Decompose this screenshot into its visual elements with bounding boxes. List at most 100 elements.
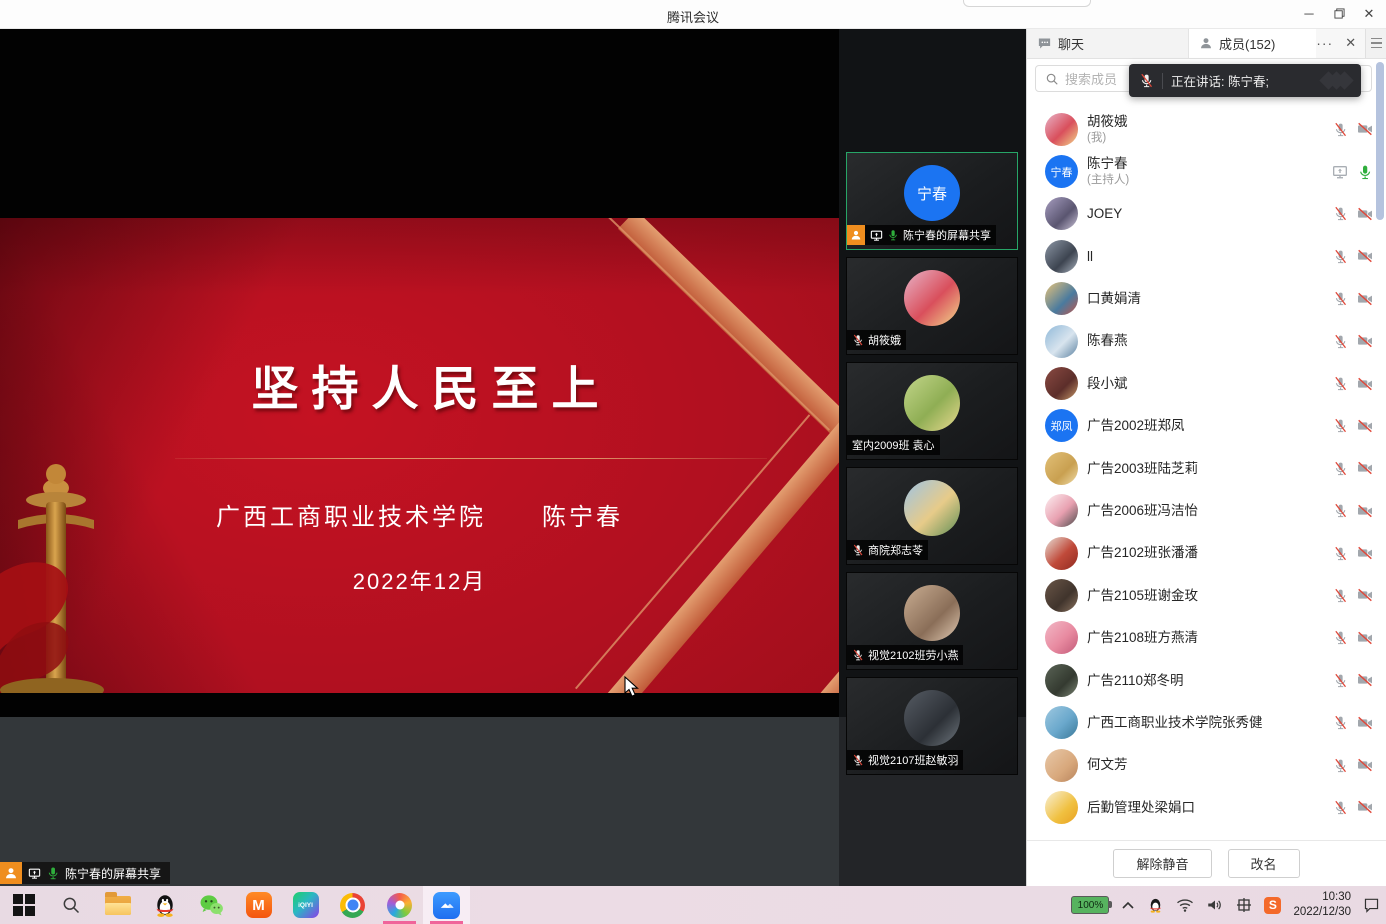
system-tray: 100% S 10:30 2022/12/30 (1071, 886, 1380, 924)
camera-off-icon (1357, 333, 1373, 349)
battery-indicator[interactable]: 100% (1071, 896, 1109, 914)
chat-icon (1037, 36, 1052, 51)
taskbar-clock[interactable]: 10:30 2022/12/30 (1293, 890, 1351, 920)
member-row[interactable]: 广告2110郑冬明 (1027, 659, 1386, 701)
avatar (904, 375, 960, 431)
avatar (1045, 706, 1078, 739)
slide-title: 坚持人民至上 (0, 350, 839, 419)
chrome-button[interactable] (329, 886, 376, 924)
member-row[interactable]: 广告2006班冯洁怡 (1027, 490, 1386, 532)
member-row[interactable]: 广告2108班方燕清 (1027, 617, 1386, 659)
video-thumbnail[interactable]: 胡筱娥 (846, 257, 1018, 355)
iqiyi-button[interactable]: iQIYI (282, 886, 329, 924)
member-row[interactable]: 何文芳 (1027, 744, 1386, 786)
thumbnail-label: 室内2009班 袁心 (847, 435, 940, 455)
avatar (1045, 240, 1078, 273)
titlebar: 腾讯会议 ─ ✕ (0, 0, 1386, 29)
camera-off-icon (1357, 376, 1373, 392)
member-name: 广告2105班谢金玫 (1087, 587, 1198, 605)
member-row[interactable]: 广告2105班谢金玫 (1027, 574, 1386, 616)
screen-share-banner[interactable]: 陈宁春的屏幕共享 (0, 862, 170, 884)
file-explorer-button[interactable] (94, 886, 141, 924)
member-name: ll (1087, 248, 1093, 266)
wechat-button[interactable] (188, 886, 235, 924)
avatar (1045, 113, 1078, 146)
camera-off-icon (1357, 630, 1373, 646)
video-thumbnail[interactable]: 室内2009班 袁心 (846, 362, 1018, 460)
tencent-meeting-button[interactable] (423, 886, 470, 924)
folder-icon (105, 896, 131, 915)
mango-tv-button[interactable]: M (235, 886, 282, 924)
search-placeholder: 搜索成员 (1065, 69, 1117, 88)
windows-logo-icon (13, 894, 35, 916)
member-list-scrollbar[interactable] (1376, 62, 1384, 220)
member-row[interactable]: JOEY (1027, 193, 1386, 235)
tab-members[interactable]: 成员(152) (1189, 28, 1316, 58)
member-name: 胡筱娥 (1087, 113, 1128, 131)
meeting-watermark-icon (1327, 74, 1351, 87)
member-row[interactable]: 胡筱娥(我) (1027, 108, 1386, 150)
avatar (1045, 282, 1078, 315)
mango-tv-icon: M (246, 892, 272, 918)
tab-chat[interactable]: 聊天 (1027, 28, 1189, 58)
panel-header: 聊天 成员(152) ··· ✕ (1027, 28, 1386, 59)
member-row[interactable]: 广告2102班张潘潘 (1027, 532, 1386, 574)
volume-icon[interactable] (1206, 897, 1224, 913)
member-row[interactable]: 口黄娟清 (1027, 278, 1386, 320)
member-row[interactable]: 广西工商职业技术学院张秀健 (1027, 701, 1386, 743)
member-row[interactable]: ll (1027, 235, 1386, 277)
member-name: 口黄娟清 (1087, 290, 1141, 308)
video-thumbnail[interactable]: 视觉2107班赵敏羽 (846, 677, 1018, 775)
more-button[interactable]: ··· (1316, 38, 1333, 48)
browser-360-button[interactable] (376, 886, 423, 924)
avatar (1045, 537, 1078, 570)
muted-mic-icon (852, 754, 864, 766)
wifi-icon[interactable] (1176, 897, 1194, 913)
member-row[interactable]: 后勤管理处梁娟口 (1027, 786, 1386, 828)
share-toolbar-collapsed[interactable] (963, 0, 1091, 7)
notification-icon[interactable] (1363, 897, 1380, 913)
member-row[interactable]: 宁春陈宁春(主持人) (1027, 150, 1386, 192)
member-row[interactable]: 陈春燕 (1027, 320, 1386, 362)
video-thumbnail[interactable]: 宁春陈宁春的屏幕共享 (846, 152, 1018, 250)
sogou-input-icon[interactable]: S (1264, 897, 1281, 914)
close-button[interactable]: ✕ (1354, 0, 1384, 27)
search-glass-icon (61, 895, 81, 915)
video-thumbnail-strip: 宁春陈宁春的屏幕共享胡筱娥室内2009班 袁心商院郑志苓视觉2102班劳小燕视觉… (839, 28, 1026, 886)
muted-mic-icon (1333, 546, 1348, 561)
video-thumbnail[interactable]: 商院郑志苓 (846, 467, 1018, 565)
restore-button[interactable] (1324, 0, 1354, 27)
slide-divider-line (175, 458, 767, 459)
muted-mic-icon (1333, 122, 1348, 137)
member-name: 陈春燕 (1087, 332, 1128, 350)
minimize-button[interactable]: ─ (1294, 0, 1324, 27)
presenter-badge-icon (0, 862, 22, 884)
panel-menu-button[interactable] (1365, 28, 1386, 58)
member-row[interactable]: 郑凤广告2002班郑凤 (1027, 405, 1386, 447)
rename-button[interactable]: 改名 (1228, 849, 1300, 878)
avatar (1045, 452, 1078, 485)
tray-expand-chevron[interactable] (1121, 900, 1135, 910)
member-name: JOEY (1087, 205, 1122, 223)
muted-mic-icon (1333, 376, 1348, 391)
video-thumbnail[interactable]: 视觉2102班劳小燕 (846, 572, 1018, 670)
avatar (904, 480, 960, 536)
qq-button[interactable] (141, 886, 188, 924)
taskbar-search-button[interactable] (47, 886, 94, 924)
ime-indicator-icon[interactable] (1236, 897, 1252, 913)
huabiao-pillar-graphic (0, 428, 119, 693)
camera-off-icon (1357, 545, 1373, 561)
camera-off-icon (1357, 799, 1373, 815)
start-button[interactable] (0, 886, 47, 924)
speaking-toast: 正在讲话: 陈宁春; (1129, 64, 1361, 97)
speaking-toast-text: 正在讲话: 陈宁春; (1171, 71, 1269, 90)
unmute-button[interactable]: 解除静音 (1113, 849, 1211, 878)
member-row[interactable]: 广告2003班陆芝莉 (1027, 447, 1386, 489)
avatar (1045, 621, 1078, 654)
member-row[interactable]: 段小斌 (1027, 362, 1386, 404)
qq-tray-icon[interactable] (1147, 897, 1164, 914)
avatar (1045, 664, 1078, 697)
panel-footer: 解除静音 改名 (1027, 840, 1386, 886)
thumbnail-label: 陈宁春的屏幕共享 (847, 225, 996, 245)
panel-close-button[interactable]: ✕ (1345, 35, 1356, 51)
